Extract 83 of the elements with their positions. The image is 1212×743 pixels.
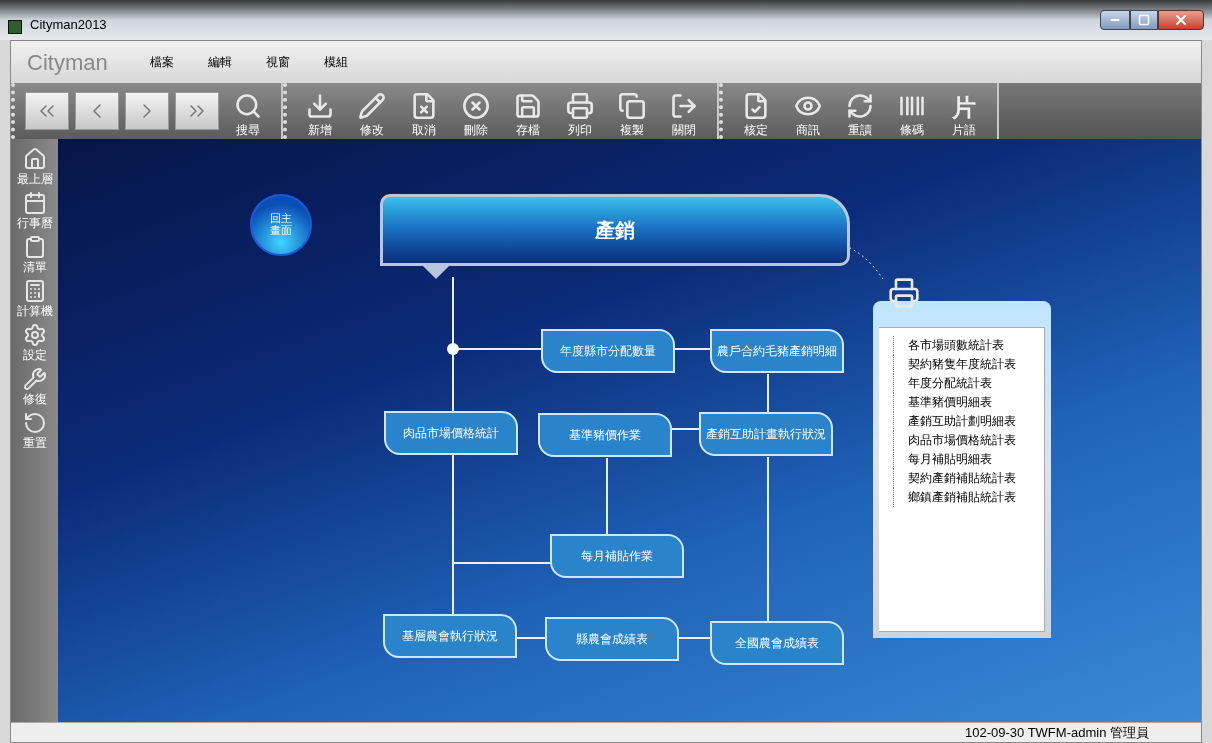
glyph-icon: 片 [952, 96, 976, 120]
save-icon [514, 92, 542, 120]
menu-item[interactable]: 編輯 [207, 53, 232, 71]
refresh-icon [846, 92, 874, 120]
report-item[interactable]: 鄉鎮產銷補貼統計表 [893, 488, 1044, 507]
nav-button[interactable] [175, 92, 219, 130]
connector-line [767, 373, 769, 413]
report-item[interactable]: 產銷互助計劃明細表 [893, 412, 1044, 431]
diagram-node[interactable]: 產銷互助計畫執行狀況 [699, 412, 833, 456]
copy-icon [618, 92, 646, 120]
toolbar-button[interactable]: 商訊 [785, 86, 831, 136]
nav-button[interactable] [25, 92, 69, 130]
menu-item[interactable]: 模組 [323, 53, 348, 71]
report-item[interactable]: 每月補貼明細表 [893, 450, 1044, 469]
report-item[interactable]: 契約豬隻年度統計表 [893, 355, 1044, 374]
report-item[interactable]: 肉品市場價格統計表 [893, 431, 1044, 450]
diagram-node[interactable]: 農戶合約毛豬產銷明細 [710, 329, 844, 373]
toolbar-button[interactable]: 修改 [349, 86, 395, 136]
report-item[interactable]: 年度分配統計表 [893, 374, 1044, 393]
sidebar-item[interactable]: 最上層 [16, 147, 53, 185]
circle-x-icon [462, 92, 490, 120]
house-icon [22, 147, 47, 171]
sidebar-item[interactable]: 重置 [22, 411, 47, 449]
printer-icon [566, 92, 594, 120]
report-item[interactable]: 契約產銷補貼統計表 [893, 469, 1044, 488]
toolbar-button[interactable]: 取消 [401, 86, 447, 136]
diagram-node[interactable]: 縣農會成績表 [545, 617, 679, 661]
maximize-icon [1138, 14, 1150, 26]
toolbar-button[interactable]: 核定 [733, 86, 779, 136]
home-button[interactable]: 回主畫面 [250, 194, 312, 256]
sidebar-item[interactable]: 行事曆 [16, 191, 53, 229]
connector-line [671, 428, 700, 430]
sidebar-item[interactable]: 修復 [22, 367, 47, 405]
minimize-button[interactable] [1100, 10, 1130, 30]
connector-line [516, 637, 546, 639]
app-brand: Cityman [27, 48, 108, 77]
search-icon [234, 92, 262, 120]
file-x-icon [410, 92, 438, 120]
nav-button[interactable] [75, 92, 119, 130]
app-icon [8, 20, 22, 34]
calendar-icon [22, 191, 47, 215]
toolbar-button[interactable]: 刪除 [453, 86, 499, 136]
diagram-node[interactable]: 每月補貼作業 [550, 534, 684, 578]
banner-pointer-icon [420, 263, 452, 279]
toolbar-button[interactable]: 條碼 [889, 86, 935, 136]
printer-icon [888, 277, 920, 309]
junction-dot [447, 343, 459, 355]
file-check-icon [742, 92, 770, 120]
status-text: 102-09-30 TWFM-admin 管理員 [965, 723, 1149, 742]
toolbar-button[interactable]: 新增 [297, 86, 343, 136]
connector-line [678, 637, 711, 639]
diagram-node[interactable]: 基層農會執行狀況 [383, 614, 517, 658]
report-item[interactable]: 各市場頭數統計表 [893, 336, 1044, 355]
close-button[interactable] [1158, 10, 1204, 30]
title-banner: 產銷 [380, 194, 850, 266]
toolbar-button[interactable]: 搜尋 [225, 86, 271, 136]
report-item[interactable]: 基準豬價明細表 [893, 393, 1044, 412]
diagram-node[interactable]: 肉品市場價格統計 [384, 411, 518, 455]
sidebar-item[interactable]: 設定 [22, 323, 47, 361]
diagram-node[interactable]: 基準豬價作業 [538, 413, 672, 457]
window-title: Cityman2013 [30, 15, 107, 34]
sidebar-item[interactable]: 計算機 [16, 279, 53, 317]
connector-line [674, 348, 711, 350]
toolbar-button[interactable]: 存檔 [505, 86, 551, 136]
close-icon [1173, 12, 1189, 28]
diagram-node[interactable]: 全國農會成績表 [710, 621, 844, 665]
toolbar-button[interactable]: 重讀 [837, 86, 883, 136]
toolbar-button[interactable]: 複製 [609, 86, 655, 136]
pencil-icon [358, 92, 386, 120]
download-icon [306, 92, 334, 120]
exit-icon [670, 92, 698, 120]
menu-item[interactable]: 檔案 [149, 53, 174, 71]
wrench-icon [22, 367, 47, 391]
diagram-node[interactable]: 年度縣市分配數量 [541, 329, 675, 373]
toolbar-button[interactable]: 列印 [557, 86, 603, 136]
reset-icon [22, 411, 47, 435]
menu-item[interactable]: 視窗 [265, 53, 290, 71]
settings-icon [22, 323, 47, 347]
sidebar-item[interactable]: 清單 [22, 235, 47, 273]
nav-button[interactable] [125, 92, 169, 130]
maximize-button[interactable] [1130, 10, 1158, 30]
toolbar-button[interactable]: 片語 [952, 124, 976, 136]
toolbar-button[interactable]: 關閉 [661, 86, 707, 136]
